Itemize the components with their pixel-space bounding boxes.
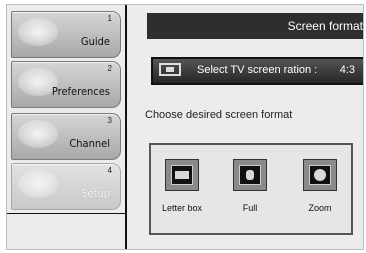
sidebar-item-number: 3	[107, 116, 112, 125]
tab-graphic-icon	[18, 170, 58, 198]
format-zoom-option[interactable]: Zoom	[297, 159, 343, 213]
tv-screen: 1 Guide 2 Preferences 3 Channel 4 Setup …	[6, 4, 364, 250]
sidebar-item-setup[interactable]: 4 Setup	[11, 163, 121, 210]
tv-ratio-selector[interactable]: Select TV screen ration : 4:3	[151, 57, 363, 85]
sidebar-item-number: 2	[107, 64, 112, 73]
format-options: Letter box Full Zoom	[149, 143, 353, 235]
main-panel: Screen format Select TV screen ration : …	[125, 5, 363, 249]
sidebar-item-guide[interactable]: 1 Guide	[11, 11, 121, 58]
tab-graphic-icon	[18, 120, 58, 148]
sidebar-divider	[7, 213, 125, 249]
sidebar-item-label: Channel	[69, 137, 110, 150]
sidebar-item-label: Preferences	[51, 85, 110, 98]
sidebar-item-preferences[interactable]: 2 Preferences	[11, 61, 121, 108]
ratio-label: Select TV screen ration :	[197, 64, 318, 76]
full-screen-icon	[233, 159, 267, 191]
letterbox-icon	[165, 159, 199, 191]
sidebar-item-channel[interactable]: 3 Channel	[11, 113, 121, 160]
format-full-option[interactable]: Full	[227, 159, 273, 213]
sidebar-item-number: 1	[107, 14, 112, 23]
title-bar: Screen format	[147, 13, 363, 39]
instruction-text: Choose desired screen format	[145, 109, 293, 121]
tv-screen-icon	[159, 63, 181, 76]
zoom-icon	[303, 159, 337, 191]
sidebar-item-label: Guide	[80, 35, 110, 48]
format-label: Full	[242, 203, 258, 213]
sidebar-item-label: Setup	[81, 187, 110, 200]
format-label: Letter box	[161, 203, 203, 213]
ratio-value: 4:3	[339, 64, 355, 76]
format-letterbox-option[interactable]: Letter box	[159, 159, 205, 213]
tab-graphic-icon	[18, 18, 58, 46]
format-label: Zoom	[308, 203, 332, 213]
sidebar-item-number: 4	[107, 166, 112, 175]
sidebar: 1 Guide 2 Preferences 3 Channel 4 Setup	[7, 5, 125, 249]
page-title: Screen format	[287, 19, 363, 33]
